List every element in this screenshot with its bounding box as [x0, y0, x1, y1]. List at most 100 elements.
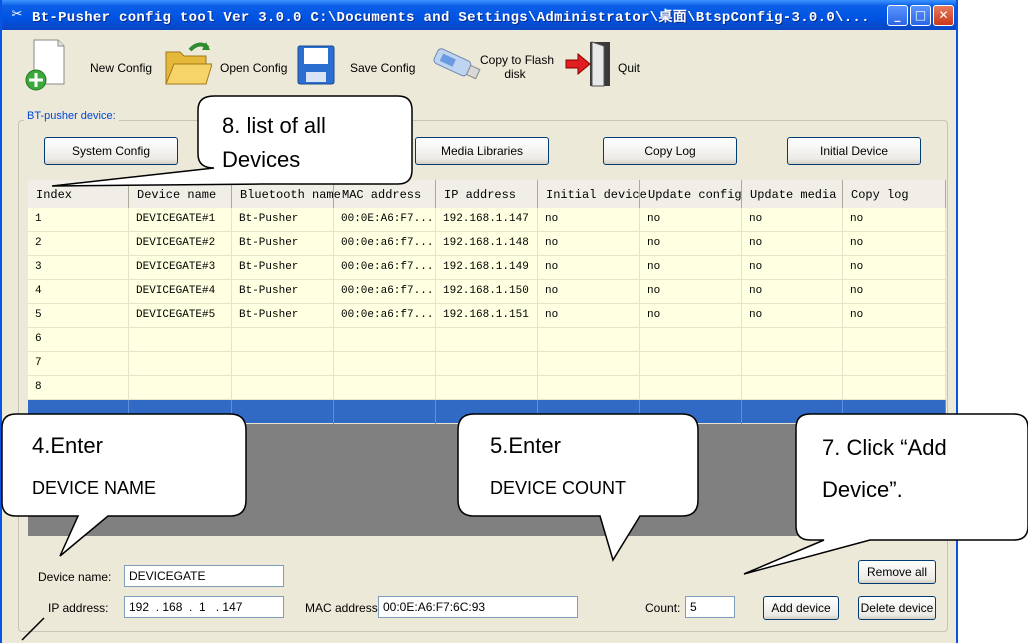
- cell-initial-device: no: [538, 232, 640, 256]
- cell-mac-address: [334, 352, 436, 376]
- mac-address-label: MAC address:: [305, 601, 382, 615]
- cell-ip-address: 192.168.1.151: [436, 304, 538, 328]
- open-config-label: Open Config: [220, 61, 288, 75]
- open-config-button[interactable]: Open Config: [162, 36, 287, 92]
- cell-device-name: [129, 376, 232, 400]
- cell-bluetooth-name: Bt-Pusher: [232, 208, 334, 232]
- cell-mac-address: 00:0e:a6:f7...: [334, 280, 436, 304]
- column-header-initial-device[interactable]: Initial device: [538, 180, 647, 208]
- callout-4-text-line1: 4.Enter: [32, 433, 103, 458]
- ip-address-label: IP address:: [48, 601, 109, 615]
- table-row[interactable]: 2 DEVICEGATE#2 Bt-Pusher 00:0e:a6:f7... …: [28, 232, 946, 256]
- cell-copy-log: [843, 328, 946, 352]
- cell-index: 4: [28, 280, 129, 304]
- count-label: Count:: [645, 601, 681, 615]
- window-title: Bt-Pusher config tool Ver 3.0.0 C:\Docum…: [32, 10, 870, 26]
- save-floppy-icon: [297, 45, 335, 85]
- system-config-button[interactable]: System Config: [44, 137, 178, 165]
- cell-copy-log: no: [843, 304, 946, 328]
- cell-initial-device: no: [538, 256, 640, 280]
- cell-initial-device: [538, 352, 640, 376]
- toolbar: New Config Open Config Save Config Copy …: [2, 30, 956, 102]
- device-name-input[interactable]: DEVICEGATE: [124, 565, 284, 587]
- count-input[interactable]: 5: [685, 596, 735, 618]
- cell-update-media: no: [742, 208, 843, 232]
- cell-mac-address: 00:0e:a6:f7...: [334, 304, 436, 328]
- callout-5-text-line2: DEVICE COUNT: [490, 478, 627, 498]
- cell-device-name: DEVICEGATE#1: [129, 208, 232, 232]
- device-table[interactable]: Index Device name Bluetooth name MAC add…: [28, 180, 946, 536]
- column-header-mac-address[interactable]: MAC address: [334, 180, 436, 208]
- cell-ip-address: [436, 328, 538, 352]
- title-bar[interactable]: ✂ Bt-Pusher config tool Ver 3.0.0 C:\Doc…: [2, 0, 956, 30]
- remove-all-button[interactable]: Remove all: [858, 560, 936, 584]
- cell-device-name: DEVICEGATE#4: [129, 280, 232, 304]
- cell-index: [28, 400, 129, 424]
- table-row[interactable]: 7: [28, 352, 946, 376]
- cell-index: 7: [28, 352, 129, 376]
- maximize-icon: □: [914, 8, 927, 22]
- column-header-bluetooth-name[interactable]: Bluetooth name: [232, 180, 341, 208]
- cell-bluetooth-name: Bt-Pusher: [232, 232, 334, 256]
- column-header-index[interactable]: Index: [28, 180, 129, 208]
- table-row[interactable]: 6: [28, 328, 946, 352]
- cell-initial-device: no: [538, 208, 640, 232]
- cell-initial-device: [538, 376, 640, 400]
- cell-copy-log: no: [843, 208, 946, 232]
- cell-bluetooth-name: [232, 328, 334, 352]
- cell-update-media: [742, 352, 843, 376]
- cell-ip-address: [436, 352, 538, 376]
- cell-update-config: no: [640, 208, 742, 232]
- table-row[interactable]: 3 DEVICEGATE#3 Bt-Pusher 00:0e:a6:f7... …: [28, 256, 946, 280]
- copy-log-button[interactable]: Copy Log: [603, 137, 737, 165]
- column-header-ip-address[interactable]: IP address: [436, 180, 538, 208]
- copy-to-flash-button[interactable]: Copy to Flash disk: [428, 36, 558, 92]
- cell-update-config: [640, 352, 742, 376]
- groupbox-title: BT-pusher device:: [24, 110, 119, 122]
- callout-5-text-line1: 5.Enter: [490, 433, 561, 458]
- add-device-button[interactable]: Add device: [763, 596, 839, 620]
- exit-door-icon: [565, 41, 610, 87]
- cell-bluetooth-name: [232, 400, 334, 424]
- app-icon: ✂: [11, 7, 23, 22]
- cell-copy-log: [843, 400, 946, 424]
- column-header-update-config[interactable]: Update config: [640, 180, 742, 208]
- cell-mac-address: [334, 328, 436, 352]
- column-header-copy-log[interactable]: Copy log: [843, 180, 946, 208]
- copy-to-flash-label: Copy to Flash disk: [480, 53, 554, 81]
- table-row[interactable]: 4 DEVICEGATE#4 Bt-Pusher 00:0e:a6:f7... …: [28, 280, 946, 304]
- callout-4-text-line2: DEVICE NAME: [32, 478, 157, 498]
- quit-button[interactable]: Quit: [564, 36, 664, 92]
- cell-initial-device: [538, 328, 640, 352]
- maximize-button[interactable]: □: [910, 5, 931, 26]
- cell-ip-address: [436, 400, 538, 424]
- save-config-button[interactable]: Save Config: [294, 36, 415, 92]
- cell-mac-address: [334, 400, 436, 424]
- delete-device-button[interactable]: Delete device: [858, 596, 936, 620]
- table-row[interactable]: 8: [28, 376, 946, 400]
- minimize-button[interactable]: _: [887, 5, 908, 26]
- close-button[interactable]: ✕: [933, 5, 954, 26]
- cell-device-name: [129, 400, 232, 424]
- media-libraries-button[interactable]: Media Libraries: [415, 137, 549, 165]
- cell-initial-device: no: [538, 304, 640, 328]
- cell-initial-device: [538, 400, 640, 424]
- cell-update-media: no: [742, 280, 843, 304]
- ip-address-input[interactable]: 192 . 168 . 1 . 147: [124, 596, 284, 618]
- table-row[interactable]: 1 DEVICEGATE#1 Bt-Pusher 00:0E:A6:F7... …: [28, 208, 946, 232]
- table-row[interactable]: 5 DEVICEGATE#5 Bt-Pusher 00:0e:a6:f7... …: [28, 304, 946, 328]
- column-header-update-media[interactable]: Update media: [742, 180, 843, 208]
- cell-index: 5: [28, 304, 129, 328]
- cell-mac-address: 00:0e:a6:f7...: [334, 232, 436, 256]
- cell-update-config: no: [640, 280, 742, 304]
- table-row-selected[interactable]: [28, 400, 946, 424]
- mac-address-input[interactable]: 00:0E:A6:F7:6C:93: [378, 596, 578, 618]
- cell-ip-address: [436, 376, 538, 400]
- initial-device-button[interactable]: Initial Device: [787, 137, 921, 165]
- new-config-button[interactable]: New Config: [24, 36, 152, 92]
- cell-device-name: DEVICEGATE#5: [129, 304, 232, 328]
- cell-mac-address: 00:0E:A6:F7...: [334, 208, 436, 232]
- column-header-device-name[interactable]: Device name: [129, 180, 232, 208]
- cell-index: 2: [28, 232, 129, 256]
- cell-update-media: [742, 376, 843, 400]
